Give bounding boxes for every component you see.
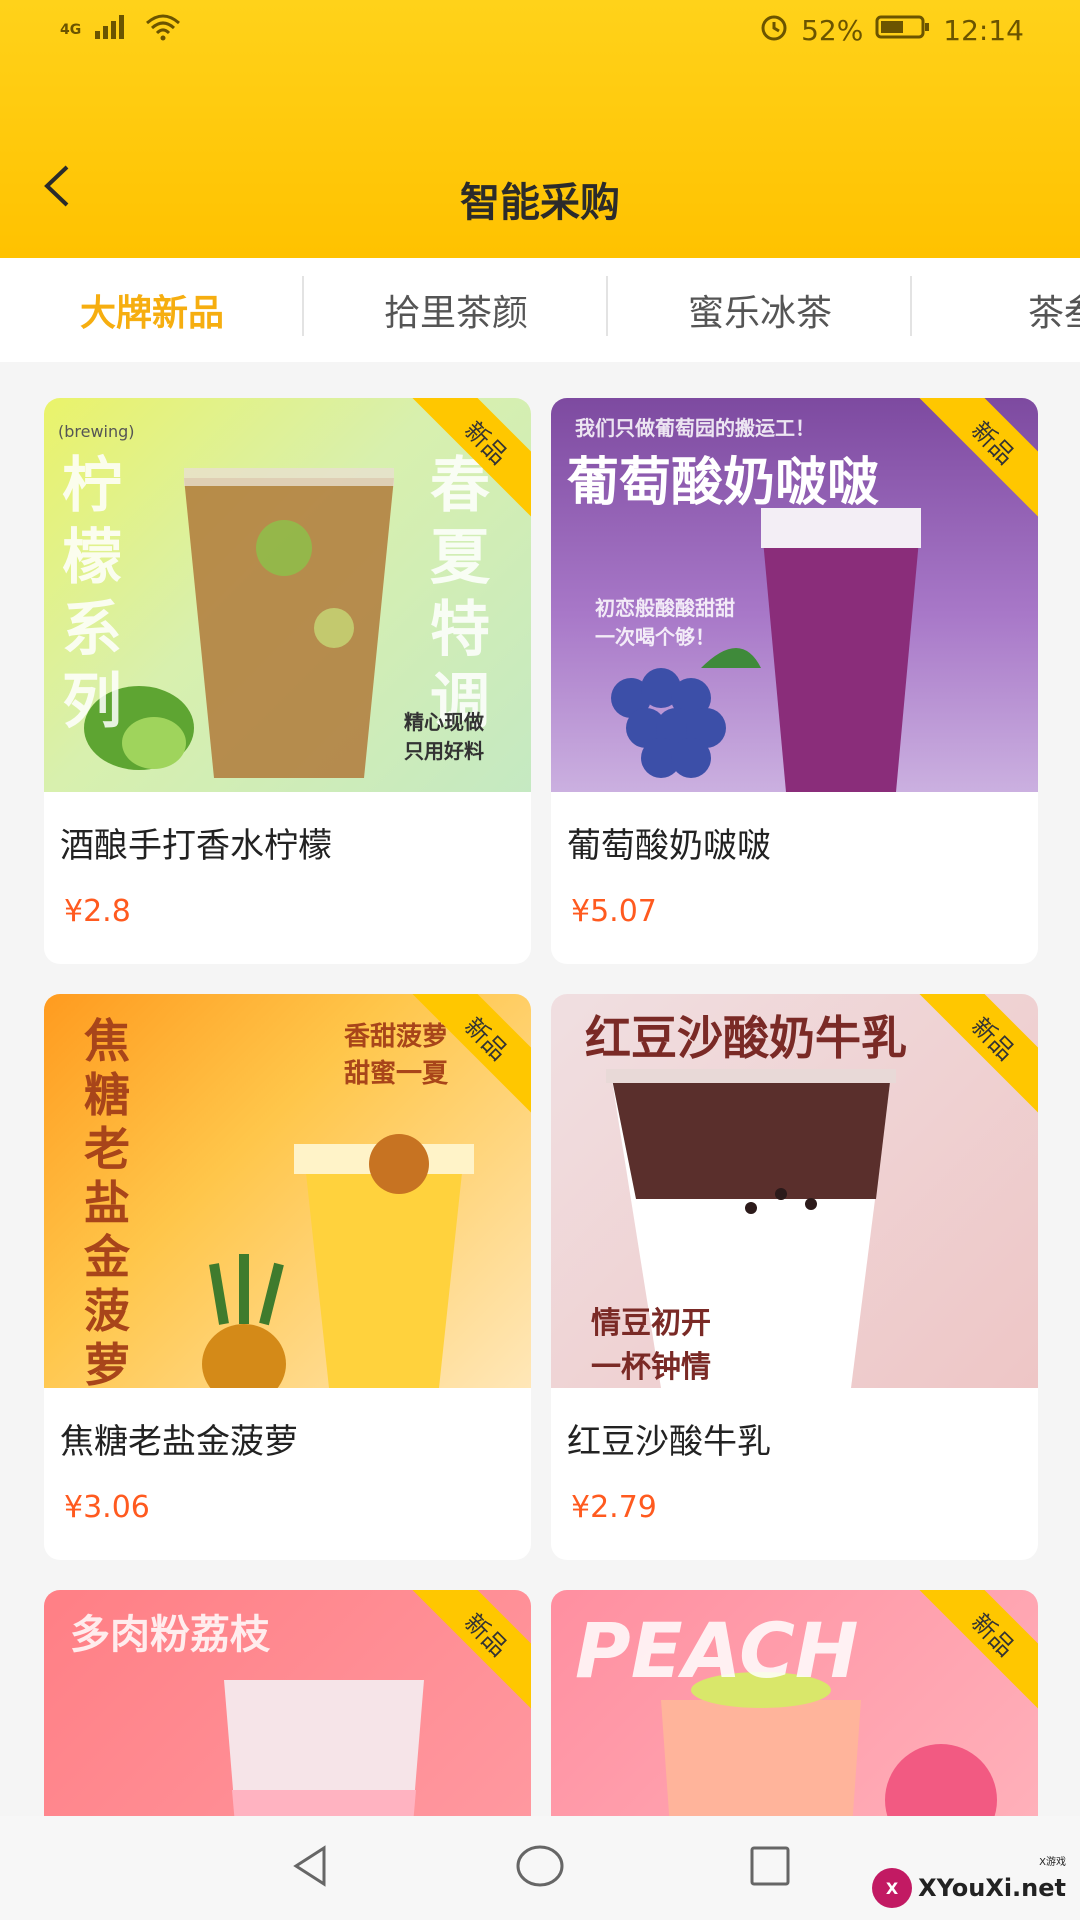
app-header: 4G 52% 12:14 智能采购 xyxy=(0,0,1080,258)
image-mid-text: 情豆初开 一杯钟情 xyxy=(591,1306,711,1385)
triangle-back-icon xyxy=(286,1842,334,1894)
nav-back-button[interactable] xyxy=(280,1838,340,1898)
product-image: (brewing) 柠檬系列 春夏特调 精心现做 只用好料 新品 xyxy=(44,398,531,792)
product-image: 我们只做葡萄园的搬运工！ 葡萄酸奶啵啵 初恋般酸酸甜甜 一次喝个够！ 新品 xyxy=(551,398,1038,792)
image-small-text: 精心现做 只用好料 xyxy=(404,710,484,763)
signal-icon xyxy=(93,13,133,48)
page-title: 智能采购 xyxy=(460,180,620,226)
product-name: 焦糖老盐金菠萝 xyxy=(60,1422,298,1462)
category-tabs: 大牌新品 拾里茶颜 蜜乐冰茶 茶叁 xyxy=(0,258,1080,362)
product-card[interactable]: 焦糖老盐金菠萝 香甜菠萝 甜蜜一夏 新品 焦糖老盐金菠萝 ¥3.06 xyxy=(44,994,531,1560)
product-card[interactable]: 红豆沙酸奶牛乳 情豆初开 一杯钟情 新品 红豆沙酸牛乳 ¥2.79 xyxy=(551,994,1038,1560)
product-name: 葡萄酸奶啵啵 xyxy=(567,826,771,866)
product-price: ¥2.8 xyxy=(64,894,131,929)
alarm-icon xyxy=(759,12,789,49)
battery-percent: 52% xyxy=(801,13,864,47)
watermark-logo-icon: X xyxy=(872,1868,913,1908)
product-card[interactable]: (brewing) 柠檬系列 春夏特调 精心现做 只用好料 新品 酒酿手打香水柠… xyxy=(44,398,531,964)
tab-brand-new[interactable]: 大牌新品 xyxy=(0,276,304,336)
image-tag-text: (brewing) xyxy=(58,422,135,441)
nav-recents-button[interactable] xyxy=(740,1838,800,1898)
square-recents-icon xyxy=(747,1843,793,1893)
image-headline: 红豆沙酸奶牛乳 xyxy=(585,1011,907,1065)
product-name: 酒酿手打香水柠檬 xyxy=(60,826,332,866)
image-headline: PEACH xyxy=(575,1606,859,1695)
clock-time: 12:14 xyxy=(943,13,1024,47)
image-headline-right: 春夏特调 xyxy=(430,451,490,737)
image-headline-left: 柠檬系列 xyxy=(62,451,122,737)
product-price: ¥3.06 xyxy=(64,1490,150,1525)
product-image: 红豆沙酸奶牛乳 情豆初开 一杯钟情 新品 xyxy=(551,994,1038,1388)
product-grid: (brewing) 柠檬系列 春夏特调 精心现做 只用好料 新品 酒酿手打香水柠… xyxy=(44,398,1038,1920)
nav-home-button[interactable] xyxy=(510,1838,570,1898)
product-image: 焦糖老盐金菠萝 香甜菠萝 甜蜜一夏 新品 xyxy=(44,994,531,1388)
product-price: ¥5.07 xyxy=(571,894,657,929)
watermark-mini-text: X游戏 xyxy=(1039,1857,1066,1868)
image-headline: 葡萄酸奶啵啵 xyxy=(567,453,880,513)
watermark: X XYouXi.net xyxy=(872,1868,1066,1908)
battery-icon xyxy=(875,13,931,48)
tab-shili-chayan[interactable]: 拾里茶颜 xyxy=(304,276,608,336)
product-price: ¥2.79 xyxy=(571,1490,657,1525)
image-mid-text: 初恋般酸酸甜甜 一次喝个够！ xyxy=(595,596,735,649)
image-headline-left: 焦糖老盐金菠萝 xyxy=(84,1014,130,1388)
watermark-text: XYouXi.net xyxy=(918,1874,1066,1902)
image-top-text: 我们只做葡萄园的搬运工！ xyxy=(575,416,815,440)
image-headline: 多肉粉荔枝 xyxy=(70,1612,270,1658)
tab-chasan[interactable]: 茶叁 xyxy=(912,284,1080,336)
product-name: 红豆沙酸牛乳 xyxy=(567,1422,771,1462)
wifi-icon xyxy=(145,13,181,48)
tab-mile-bingcha[interactable]: 蜜乐冰茶 xyxy=(608,276,912,336)
network-type: 4G xyxy=(60,22,82,38)
status-bar: 4G 52% 12:14 xyxy=(0,0,1080,60)
product-card[interactable]: 我们只做葡萄园的搬运工！ 葡萄酸奶啵啵 初恋般酸酸甜甜 一次喝个够！ 新品 葡萄… xyxy=(551,398,1038,964)
circle-home-icon xyxy=(515,1841,565,1895)
